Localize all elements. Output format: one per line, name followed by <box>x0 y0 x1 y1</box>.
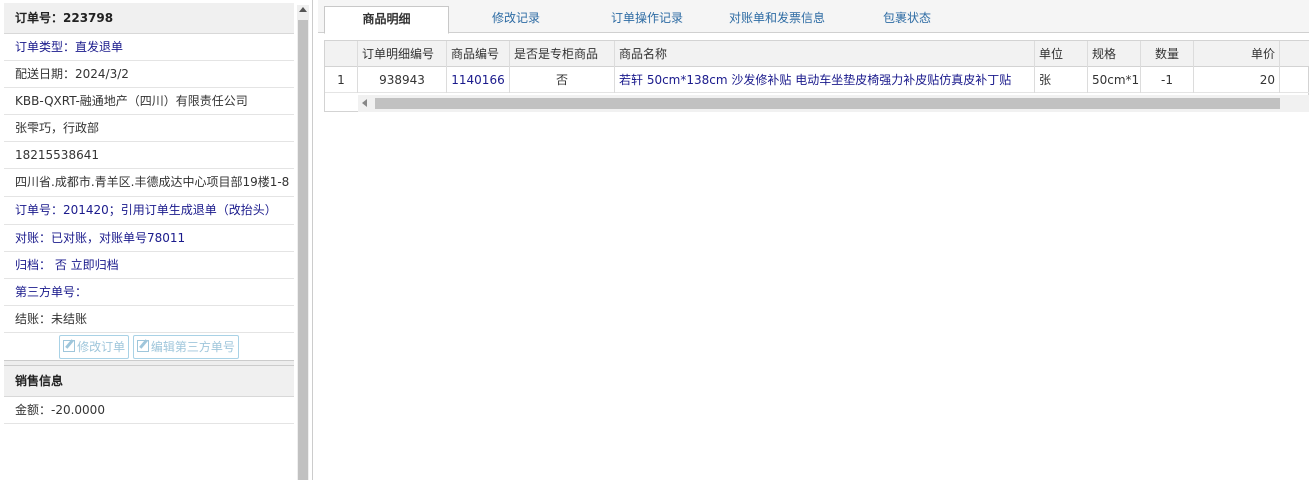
product-no-link[interactable]: 1140166 <box>447 67 510 93</box>
contact-person: 张雫巧，行政部 <box>4 115 294 142</box>
tab-modify-records[interactable]: 修改记录 <box>458 6 574 33</box>
row-number: 1 <box>325 67 358 93</box>
detail-tabs: 商品明细 修改记录 订单操作记录 对账单和发票信息 包裹状态 <box>318 0 1309 34</box>
detail-panel: 商品明细 修改记录 订单操作记录 对账单和发票信息 包裹状态 订单明细编号 商品… <box>318 0 1309 480</box>
scroll-up-arrow-icon[interactable] <box>299 7 307 12</box>
contact-phone: 18215538641 <box>4 142 294 169</box>
sales-amount: 金额：-20.0000 <box>4 397 294 424</box>
edit-third-party-button[interactable]: 编辑第三方单号 <box>132 335 239 359</box>
app-root: 订单号：223798 订单类型：直发退单 配送日期：2024/3/2 KBB-Q… <box>0 0 1309 480</box>
detail-no-cell: 938943 <box>358 67 447 93</box>
header-rownum <box>325 41 358 67</box>
header-counter-product[interactable]: 是否是专柜商品 <box>510 41 615 67</box>
edit-icon <box>63 340 76 352</box>
product-name-link[interactable]: 若轩 50cm*138cm 沙发修补贴 电动车坐垫皮椅强力补皮贴仿真皮补丁贴 <box>615 67 1035 93</box>
order-number-header: 订单号：223798 <box>4 3 294 34</box>
delivery-address: 四川省.成都市.青羊区.丰德成达中心项目部19楼1-8 <box>4 169 294 197</box>
tab-order-operation-records[interactable]: 订单操作记录 <box>582 6 712 33</box>
header-spec[interactable]: 规格 <box>1088 41 1141 67</box>
tab-statement-invoice[interactable]: 对账单和发票信息 <box>714 6 840 33</box>
tab-product-details[interactable]: 商品明细 <box>324 6 449 34</box>
header-product-no[interactable]: 商品编号 <box>447 41 510 67</box>
header-quantity[interactable]: 数量 <box>1141 41 1194 67</box>
unit-price-cell: 20 <box>1194 67 1280 93</box>
order-type: 订单类型：直发退单 <box>4 34 294 61</box>
third-party-number: 第三方单号： <box>4 279 294 306</box>
scroll-left-arrow-icon[interactable] <box>362 99 367 107</box>
product-grid: 订单明细编号 商品编号 是否是专柜商品 商品名称 单位 规格 数量 单价 1 9… <box>324 40 1309 112</box>
order-info-panel: 订单号：223798 订单类型：直发退单 配送日期：2024/3/2 KBB-Q… <box>0 0 313 480</box>
company-name: KBB-QXRT-融通地产（四川）有限责任公司 <box>4 88 294 115</box>
order-info-list: 订单号：223798 订单类型：直发退单 配送日期：2024/3/2 KBB-Q… <box>4 3 294 424</box>
edit-order-label: 修改订单 <box>77 340 126 354</box>
edit-icon <box>136 340 149 352</box>
tab-package-status[interactable]: 包裹状态 <box>848 6 966 33</box>
grid-horizontal-scrollbar[interactable] <box>358 95 1309 112</box>
scroll-thumb[interactable] <box>298 20 308 480</box>
header-unit-price[interactable]: 单价 <box>1194 41 1280 67</box>
reconcile-status[interactable]: 对账：已对账，对账单号78011 <box>4 225 294 252</box>
unit-cell: 张 <box>1035 67 1088 93</box>
scroll-thumb[interactable] <box>375 98 1280 109</box>
header-unit[interactable]: 单位 <box>1035 41 1088 67</box>
header-detail-no[interactable]: 订单明细编号 <box>358 41 447 67</box>
edit-third-party-label: 编辑第三方单号 <box>150 340 235 354</box>
archive-status[interactable]: 归档： 否 立即归档 <box>4 252 294 279</box>
grid-header-row: 订单明细编号 商品编号 是否是专柜商品 商品名称 单位 规格 数量 单价 <box>325 41 1309 67</box>
left-vertical-scrollbar[interactable] <box>297 5 309 480</box>
settlement-status: 结账：未结账 <box>4 306 294 333</box>
spec-cell: 50cm*138cm <box>1088 67 1141 93</box>
order-action-buttons: 修改订单 编辑第三方单号 <box>4 333 294 361</box>
reference-order[interactable]: 订单号：201420；引用订单生成退单（改抬头） <box>4 197 294 225</box>
table-row[interactable]: 1 938943 1140166 否 若轩 50cm*138cm 沙发修补贴 电… <box>325 67 1309 93</box>
quantity-cell: -1 <box>1141 67 1194 93</box>
sales-info-header: 销售信息 <box>4 366 294 397</box>
edit-order-button[interactable]: 修改订单 <box>59 335 130 359</box>
header-product-name[interactable]: 商品名称 <box>615 41 1035 67</box>
delivery-date: 配送日期：2024/3/2 <box>4 61 294 88</box>
counter-product-cell: 否 <box>510 67 615 93</box>
